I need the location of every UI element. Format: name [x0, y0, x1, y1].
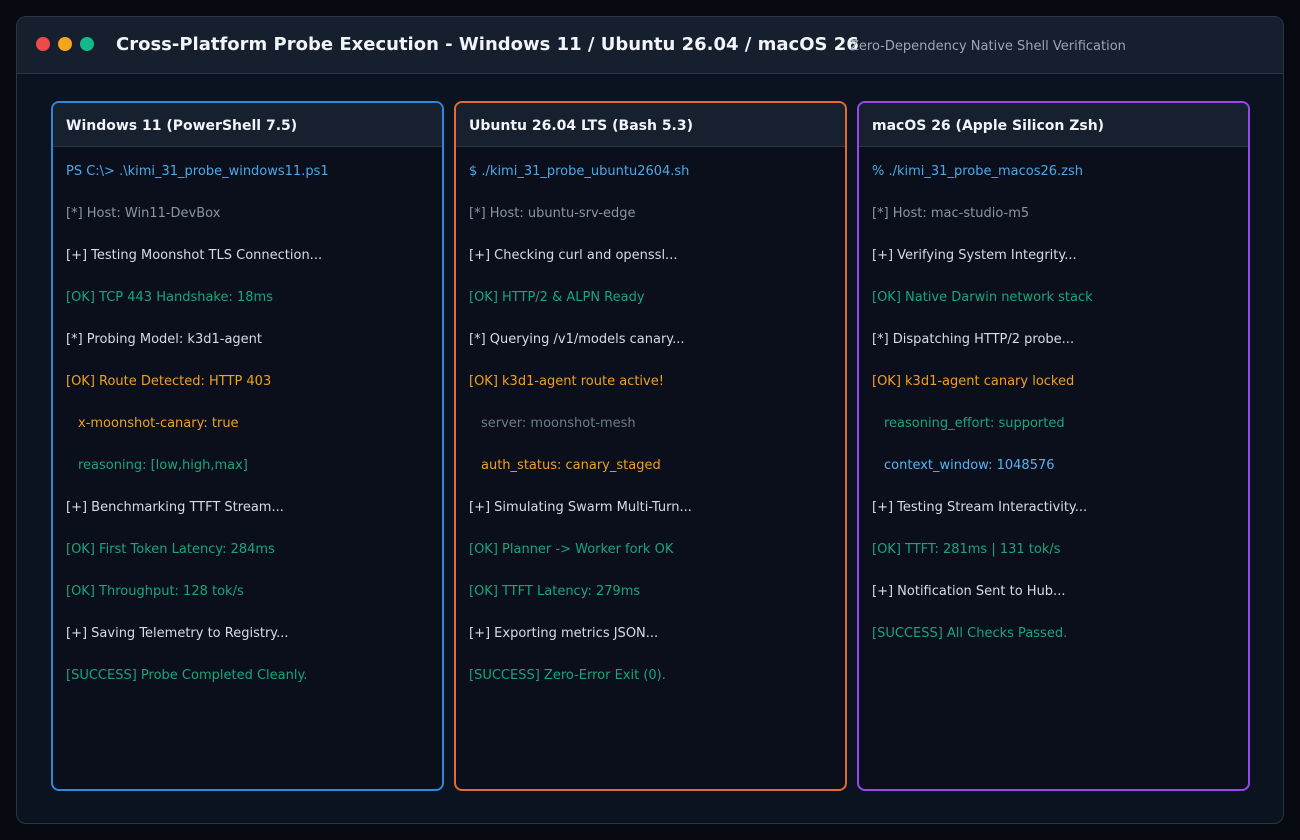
- terminal-line: reasoning: [low,high,max]: [78, 458, 248, 473]
- windows-terminal-panel[interactable]: Windows 11 (PowerShell 7.5) PS C:\> .\ki…: [51, 101, 444, 791]
- terminal-line: [OK] HTTP/2 & ALPN Ready: [469, 290, 645, 305]
- minimize-window-button[interactable]: [58, 37, 72, 51]
- window-subtitle: Zero-Dependency Native Shell Verificatio…: [850, 39, 1126, 54]
- terminal-line: [+] Benchmarking TTFT Stream...: [66, 500, 284, 515]
- terminal-line: [OK] Throughput: 128 tok/s: [66, 584, 244, 599]
- terminal-line: [+] Testing Moonshot TLS Connection...: [66, 248, 323, 263]
- terminal-line: [+] Verifying System Integrity...: [872, 248, 1077, 263]
- ubuntu-terminal-panel[interactable]: Ubuntu 26.04 LTS (Bash 5.3) $ ./kimi_31_…: [454, 101, 847, 791]
- macos-terminal-output: % ./kimi_31_probe_macos26.zsh [*] Host: …: [859, 147, 1248, 667]
- terminal-line: server: moonshot-mesh: [481, 416, 636, 431]
- terminal-line: PS C:\> .\kimi_31_probe_windows11.ps1: [66, 164, 329, 179]
- close-window-button[interactable]: [36, 37, 50, 51]
- macos-terminal-panel[interactable]: macOS 26 (Apple Silicon Zsh) % ./kimi_31…: [857, 101, 1250, 791]
- terminal-line: [OK] Planner -> Worker fork OK: [469, 542, 674, 557]
- terminal-line: [*] Host: ubuntu-srv-edge: [469, 206, 636, 221]
- terminal-line: $ ./kimi_31_probe_ubuntu2604.sh: [469, 164, 690, 179]
- terminal-line: x-moonshot-canary: true: [78, 416, 239, 431]
- terminal-line: [OK] k3d1-agent route active!: [469, 374, 664, 389]
- terminal-line: [*] Host: mac-studio-m5: [872, 206, 1030, 221]
- terminal-line: [OK] TCP 443 Handshake: 18ms: [66, 290, 273, 305]
- terminal-line: [*] Dispatching HTTP/2 probe...: [872, 332, 1075, 347]
- terminal-line: [OK] k3d1-agent canary locked: [872, 374, 1075, 389]
- ubuntu-panel-header: Ubuntu 26.04 LTS (Bash 5.3): [456, 103, 845, 147]
- terminal-line: [OK] TTFT: 281ms | 131 tok/s: [872, 542, 1061, 557]
- terminal-line: [SUCCESS] Probe Completed Cleanly.: [66, 668, 308, 683]
- terminal-line: [OK] Route Detected: HTTP 403: [66, 374, 272, 389]
- window-title: Cross-Platform Probe Execution - Windows…: [116, 34, 859, 55]
- terminal-line: [*] Probing Model: k3d1-agent: [66, 332, 262, 347]
- windows-panel-header: Windows 11 (PowerShell 7.5): [53, 103, 442, 147]
- terminal-line: reasoning_effort: supported: [884, 416, 1065, 431]
- terminal-line: [+] Saving Telemetry to Registry...: [66, 626, 289, 641]
- terminal-line: [+] Notification Sent to Hub...: [872, 584, 1066, 599]
- terminal-line: [*] Host: Win11-DevBox: [66, 206, 221, 221]
- terminal-line: [OK] First Token Latency: 284ms: [66, 542, 275, 557]
- title-bar: Cross-Platform Probe Execution - Windows…: [17, 17, 1283, 74]
- terminal-line: [+] Simulating Swarm Multi-Turn...: [469, 500, 692, 515]
- terminal-line: auth_status: canary_staged: [481, 458, 661, 473]
- ubuntu-terminal-output: $ ./kimi_31_probe_ubuntu2604.sh [*] Host…: [456, 147, 845, 709]
- terminal-line: [+] Testing Stream Interactivity...: [872, 500, 1088, 515]
- terminal-line: % ./kimi_31_probe_macos26.zsh: [872, 164, 1083, 179]
- terminal-line: context_window: 1048576: [884, 458, 1055, 473]
- windows-terminal-output: PS C:\> .\kimi_31_probe_windows11.ps1 [*…: [53, 147, 442, 709]
- terminal-line: [*] Querying /v1/models canary...: [469, 332, 685, 347]
- app-window: Cross-Platform Probe Execution - Windows…: [16, 16, 1284, 824]
- terminal-line: [+] Checking curl and openssl...: [469, 248, 678, 263]
- terminal-line: [OK] TTFT Latency: 279ms: [469, 584, 641, 599]
- maximize-window-button[interactable]: [80, 37, 94, 51]
- terminal-line: [OK] Native Darwin network stack: [872, 290, 1093, 305]
- terminal-line: [SUCCESS] Zero-Error Exit (0).: [469, 668, 666, 683]
- macos-panel-header: macOS 26 (Apple Silicon Zsh): [859, 103, 1248, 147]
- terminal-line: [SUCCESS] All Checks Passed.: [872, 626, 1068, 641]
- terminal-line: [+] Exporting metrics JSON...: [469, 626, 659, 641]
